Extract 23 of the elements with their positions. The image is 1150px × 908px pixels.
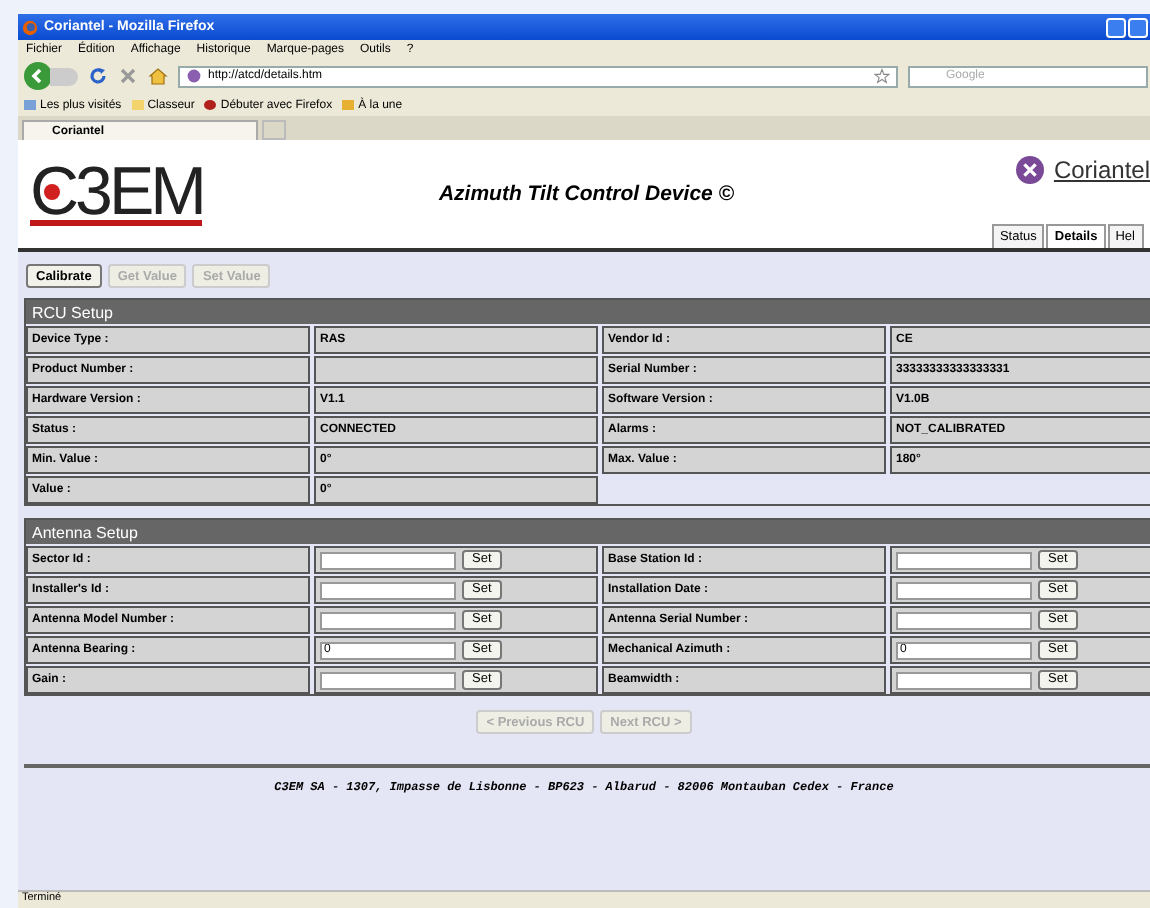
browser-logo-icon bbox=[22, 19, 38, 35]
maximize-button[interactable] bbox=[1128, 17, 1148, 37]
reload-icon[interactable] bbox=[88, 66, 108, 86]
section-header: RCU Setup bbox=[26, 300, 1150, 324]
site-icon bbox=[186, 68, 202, 84]
brand-link[interactable]: Coriantel bbox=[1053, 156, 1150, 184]
brand-logo-icon bbox=[1015, 156, 1044, 184]
input-field[interactable] bbox=[320, 671, 456, 689]
stop-icon[interactable] bbox=[118, 66, 138, 86]
input-field[interactable] bbox=[896, 611, 1032, 629]
input-field[interactable] bbox=[896, 671, 1032, 689]
input-field[interactable] bbox=[896, 551, 1032, 569]
input-field[interactable] bbox=[320, 551, 456, 569]
home-icon[interactable] bbox=[148, 66, 168, 86]
input-field[interactable] bbox=[320, 611, 456, 629]
section-header: Antenna Setup bbox=[26, 520, 1150, 544]
page-title: Azimuth Tilt Control Device © bbox=[438, 182, 735, 206]
back-button[interactable] bbox=[24, 62, 52, 90]
input-field[interactable] bbox=[320, 581, 456, 599]
minimize-button[interactable] bbox=[1106, 17, 1126, 37]
bookmark-star-icon[interactable] bbox=[874, 68, 890, 84]
input-field[interactable] bbox=[896, 581, 1032, 599]
company-logo: C3EM bbox=[30, 163, 203, 225]
